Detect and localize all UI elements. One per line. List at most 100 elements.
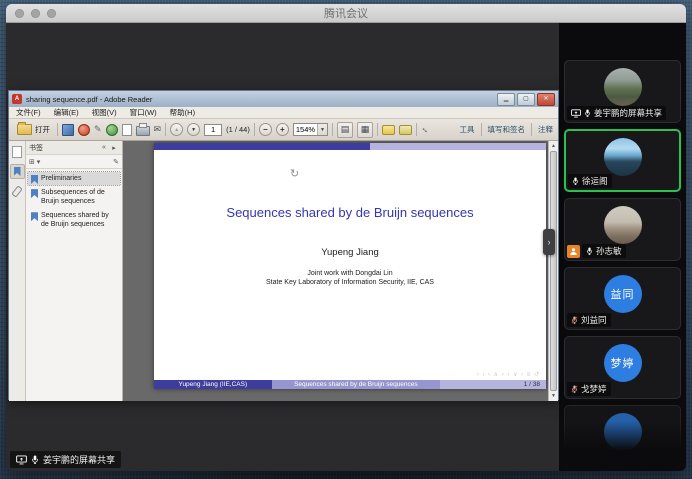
member-badge-icon [567,245,580,258]
slide-footer-title: Sequences shared by de Bruijn sequences [272,380,441,389]
reader-close-button[interactable]: ✕ [537,93,555,106]
bookmark-icon [31,212,38,221]
reader-maximize-button[interactable]: ▢ [517,93,535,106]
panel-menu-icon[interactable]: ▸ [109,144,119,152]
bookmark-item[interactable]: Sequences shared by de Bruijn sequences [28,209,120,231]
menu-file[interactable]: 文件(F) [16,107,41,118]
reader-window-title: sharing sequence.pdf - Adobe Reader [26,95,493,104]
slide-header-dark-segment [154,143,370,150]
zoom-level-select[interactable]: 154% ▼ [293,123,328,136]
meeting-window: 腾讯会议 A sharing sequence.pdf - Adobe Read… [6,4,686,471]
slide-joint-work: Joint work with Dongdai Lin [154,270,546,277]
paperclip-icon [11,185,23,197]
fullscreen-icon[interactable]: ↔ [419,123,432,136]
collapse-panel-icon[interactable]: « [99,144,109,151]
mic-on-icon [31,454,39,465]
participant-tile[interactable]: 姜宇鹏的屏幕共享 [564,60,681,123]
page-count-label: (1 / 44) [226,125,250,134]
print-icon[interactable] [136,126,150,136]
menu-view[interactable]: 视图(V) [92,107,117,118]
reader-titlebar[interactable]: A sharing sequence.pdf - Adobe Reader ▁ … [9,91,558,107]
busy-spinner-icon: ↻ [290,167,299,180]
meeting-titlebar[interactable]: 腾讯会议 [6,4,686,23]
scroll-down-icon[interactable]: ▼ [549,391,558,401]
email-icon[interactable]: ✉ [154,125,162,134]
page-thumbnails-tab[interactable] [10,144,25,159]
tools-button[interactable]: 工具 [460,124,475,135]
adobe-reader-window: A sharing sequence.pdf - Adobe Reader ▁ … [8,90,559,400]
avatar: 益同 [604,275,642,313]
participant-label: 刘益同 [567,313,611,327]
vertical-scrollbar[interactable]: ▲ ▼ [548,141,558,401]
pdf-slide-page: ↻ Sequences shared by de Bruijn sequence… [154,143,546,389]
zoom-in-button[interactable]: + [276,123,289,136]
minimize-window-button[interactable] [31,9,40,18]
reader-main: 书签 « ▸ ⊞ ▾ ✎ Prelimina [9,141,558,401]
send-file-icon[interactable] [78,124,90,136]
participant-name: 姜宇鹏的屏幕共享 [594,107,662,119]
document-area[interactable]: ↻ Sequences shared by de Bruijn sequence… [123,141,558,401]
reader-toolbar: 打开 ✎ ✉ ▲ ▼ (1 / 44) [9,119,558,141]
page-number-input[interactable] [204,124,222,136]
scrollbar-thumb[interactable] [550,151,557,391]
screen-share-badge: 姜宇鹏的屏幕共享 [10,451,121,468]
maximize-window-button[interactable] [47,9,56,18]
menu-help[interactable]: 帮助(H) [170,107,195,118]
fit-width-button[interactable]: ▤ [337,122,353,138]
bookmark-item[interactable]: Preliminaries [28,172,120,185]
meeting-body: A sharing sequence.pdf - Adobe Reader ▁ … [6,23,686,471]
zoom-level-value: 154% [294,125,317,134]
previous-page-button[interactable]: ▲ [170,123,183,136]
scroll-up-icon[interactable]: ▲ [549,141,558,151]
slide-author: Yupeng Jiang [154,247,546,258]
participant-name: 刘益同 [581,314,607,326]
menu-edit[interactable]: 编辑(E) [54,107,79,118]
document-icon[interactable] [122,124,132,136]
open-button[interactable]: 打开 [14,123,53,136]
bookmark-options-icon[interactable]: ✎ [113,158,119,166]
next-page-button[interactable]: ▼ [187,123,200,136]
bookmarks-tab[interactable] [10,164,25,179]
participant-tile[interactable]: 梦婷 戈梦婷 [564,336,681,399]
toolbar-separator [416,123,417,136]
bookmarks-panel-title: 书签 [29,143,99,153]
menu-window[interactable]: 窗口(W) [130,107,157,118]
zoom-out-button[interactable]: − [259,123,272,136]
bookmark-icon [31,189,38,198]
save-copy-icon[interactable] [62,124,74,136]
close-window-button[interactable] [15,9,24,18]
bookmarks-panel-header: 书签 « ▸ [26,141,122,155]
open-folder-icon [17,124,32,135]
sticky-note-icon[interactable] [382,125,395,135]
mic-on-icon [586,246,593,256]
bookmark-item[interactable]: Subsequences of de Bruijn sequences [28,186,120,208]
fit-page-button[interactable]: ▦ [357,122,373,138]
mic-muted-icon [571,384,578,394]
comment-button[interactable]: 注释 [538,124,553,135]
attachments-tab[interactable] [10,184,25,199]
toolbar-separator [481,123,482,136]
comments-pane-toggle[interactable]: › [543,229,555,255]
slide-footer-author: Yupeng Jiang (IIE,CAS) [154,380,272,389]
participant-tile[interactable]: 孙志敏 [564,198,681,261]
reader-minimize-button[interactable]: ▁ [497,93,515,106]
bookmarks-list: Preliminaries Subsequences of de Bruijn … [26,169,122,235]
participant-name: 孙志敏 [596,245,622,257]
participant-tile-partial[interactable] [564,405,681,468]
fill-sign-button[interactable]: 填写和签名 [488,124,526,135]
web-icon[interactable] [106,124,118,136]
participant-tile[interactable]: 益同 刘益同 [564,267,681,330]
participant-label: 姜宇鹏的屏幕共享 [567,106,666,120]
participant-tile-active-speaker[interactable]: 徐运阁 [564,129,681,192]
screen-share-badge-text: 姜宇鹏的屏幕共享 [43,453,115,466]
highlight-icon[interactable] [399,125,412,135]
bookmark-icon [31,175,38,184]
edit-icon[interactable]: ✎ [94,125,102,134]
chevron-down-icon[interactable]: ▼ [317,124,327,135]
toolbar-separator [165,123,166,136]
expand-bookmarks-icon[interactable]: ⊞ ▾ [29,158,113,166]
participant-label: 孙志敏 [567,244,626,258]
participants-sidebar: 姜宇鹏的屏幕共享 徐运阁 [559,23,686,471]
mic-on-icon [584,108,591,118]
slide-header-light-segment [370,143,546,150]
